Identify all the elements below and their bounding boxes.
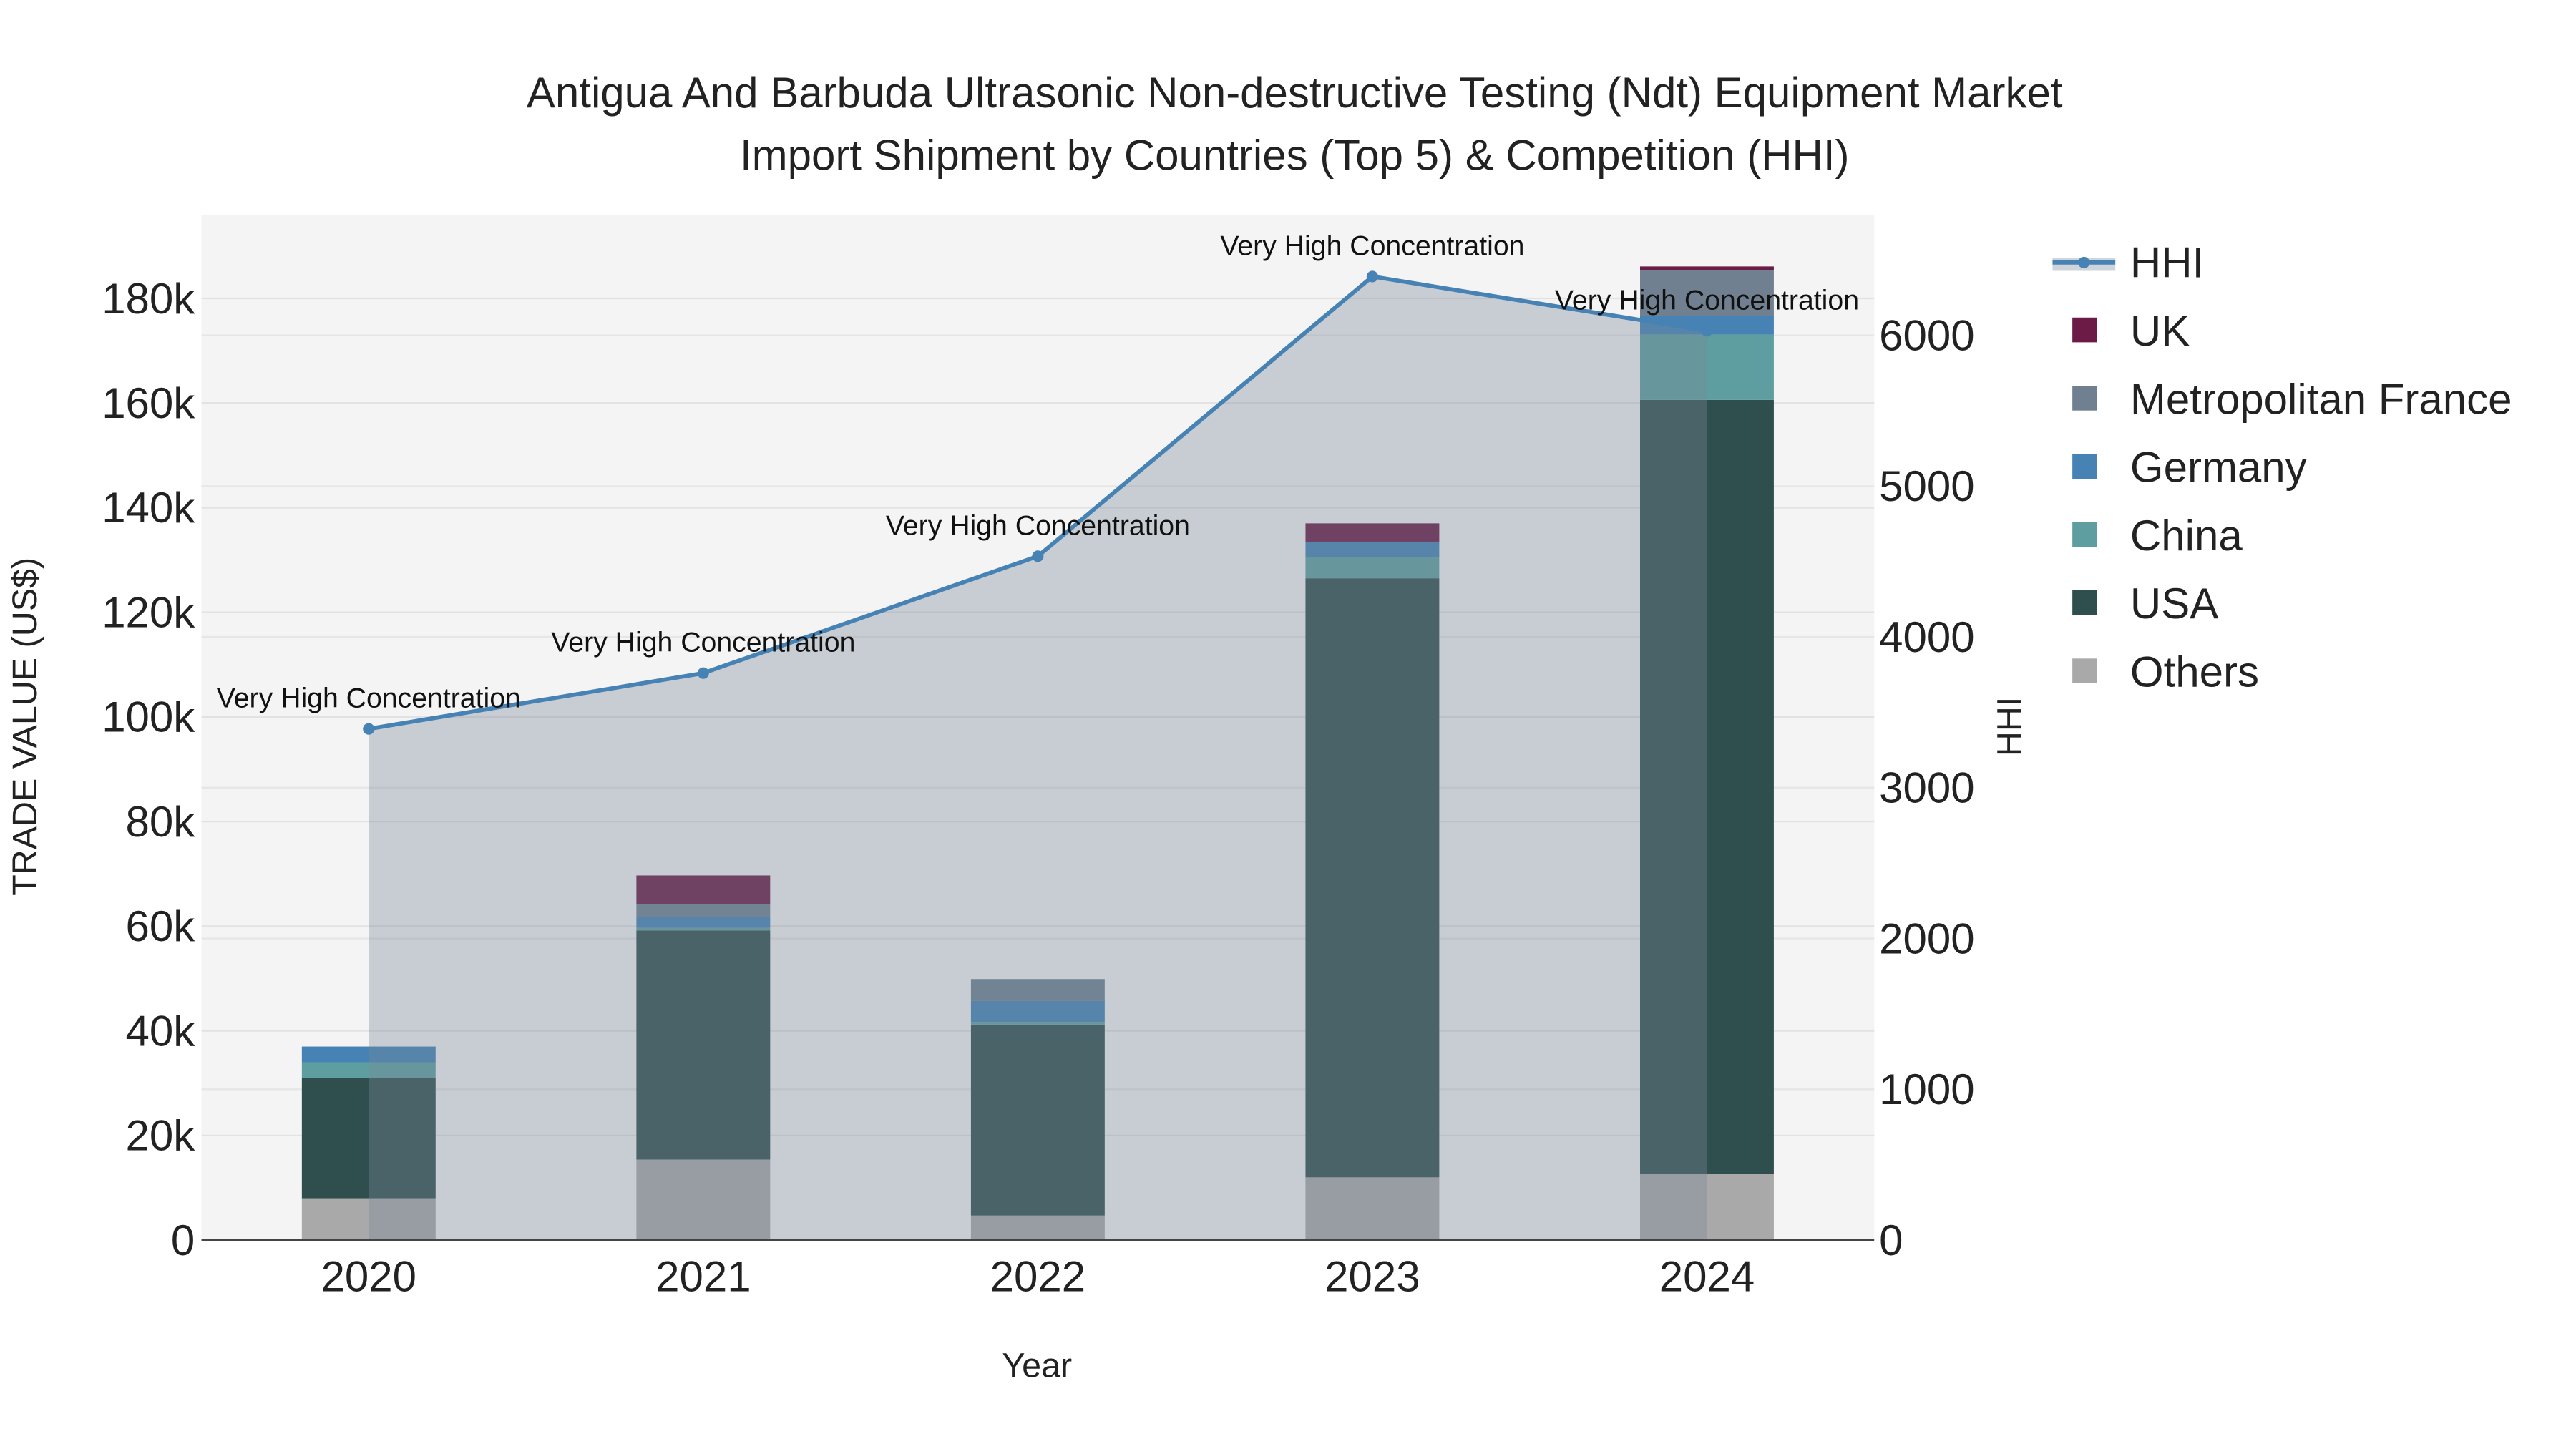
legend-item-uk[interactable]: UK: [2072, 307, 2190, 355]
legend-item-metropolitan-france[interactable]: Metropolitan France: [2072, 375, 2512, 423]
hhi-annotation: Very High Concentration: [217, 683, 521, 714]
y-tick-label: 120k: [102, 588, 195, 636]
legend-label: HHI: [2130, 239, 2204, 287]
x-tick-label: 2021: [655, 1253, 751, 1301]
legend-label: UK: [2130, 307, 2190, 355]
hhi-point: [1366, 270, 1378, 283]
legend-marker: [2078, 256, 2090, 268]
hhi-annotation: Very High Concentration: [1220, 230, 1524, 261]
legend-item-germany[interactable]: Germany: [2072, 444, 2307, 492]
legend-swatch: [2072, 317, 2097, 343]
legend-label: USA: [2130, 580, 2218, 628]
x-tick-label: 2022: [990, 1253, 1085, 1301]
x-tick-label: 2024: [1659, 1253, 1755, 1301]
chart-title-line-2: Import Shipment by Countries (Top 5) & C…: [740, 132, 1850, 180]
y-tick-label: 160k: [102, 379, 195, 427]
legend-label: Metropolitan France: [2130, 375, 2512, 423]
hhi-annotation: Very High Concentration: [1555, 284, 1859, 316]
hhi-annotation: Very High Concentration: [551, 627, 855, 658]
y-tick-label: 40k: [126, 1007, 196, 1055]
bar-uk-2024: [1640, 266, 1774, 270]
legend-item-china[interactable]: China: [2072, 512, 2243, 560]
x-axis-title: Year: [1002, 1347, 1072, 1385]
legend: HHI UK Metropolitan France Germany China USA O…: [2052, 239, 2512, 696]
legend-item-others[interactable]: Others: [2072, 648, 2259, 696]
y-tick-label: 100k: [102, 693, 195, 741]
y2-tick-label: 5000: [1879, 462, 1974, 510]
y-axis-title: TRADE VALUE (US$): [6, 557, 44, 896]
hhi-point: [1701, 325, 1713, 337]
y-tick-label: 0: [171, 1216, 195, 1264]
legend-label: Others: [2130, 648, 2259, 696]
y2-tick-label: 0: [1879, 1216, 1903, 1264]
y2-tick-label: 4000: [1879, 613, 1974, 661]
legend-label: Germany: [2130, 444, 2307, 492]
y-tick-label: 140k: [102, 484, 195, 532]
y2-tick-label: 6000: [1879, 311, 1974, 359]
legend-swatch: [2072, 658, 2097, 683]
y2-axis-title: HHI: [1991, 697, 2029, 756]
hhi-point: [363, 723, 375, 735]
chart-title-line-1: Antigua And Barbuda Ultrasonic Non-destr…: [527, 69, 2063, 117]
chart: Antigua And Barbuda Ultrasonic Non-destr…: [6, 69, 2512, 1385]
y2-tick-label: 1000: [1879, 1065, 1974, 1113]
legend-swatch: [2072, 590, 2097, 615]
y-tick-label: 20k: [126, 1112, 196, 1160]
y-tick-label: 180k: [102, 275, 195, 323]
y-tick-label: 60k: [126, 902, 196, 950]
y2-tick-label: 2000: [1879, 914, 1974, 962]
legend-item-usa[interactable]: USA: [2072, 580, 2218, 628]
y-tick-label: 80k: [126, 798, 196, 846]
legend-swatch: [2072, 386, 2097, 411]
legend-label: China: [2130, 512, 2243, 560]
x-tick-label: 2020: [321, 1253, 416, 1301]
y2-tick-label: 3000: [1879, 764, 1974, 812]
hhi-point: [697, 667, 709, 679]
legend-item-hhi[interactable]: HHI: [2052, 239, 2204, 287]
legend-swatch: [2072, 454, 2097, 479]
x-tick-label: 2023: [1324, 1253, 1420, 1301]
hhi-annotation: Very High Concentration: [886, 509, 1190, 541]
legend-swatch: [2072, 522, 2097, 547]
hhi-point: [1032, 550, 1044, 562]
